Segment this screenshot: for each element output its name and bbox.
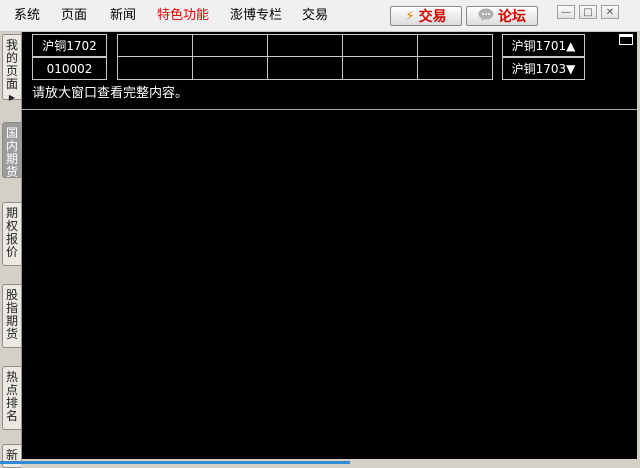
tab-my-page-label: 我的页面 [5,38,18,91]
next-contract-label: 沪铜1703▼ [511,62,576,76]
minimize-button[interactable]: — [557,5,575,19]
quote-cell [342,34,418,57]
trade-button-label: 交易 [418,9,447,25]
quote-cell [117,34,193,57]
forum-button-label: 论坛 [498,9,526,25]
maximize-button[interactable]: □ [579,5,597,19]
menu-page[interactable]: 页面 [61,8,87,24]
quote-panel: 沪铜1702 010002 沪铜1701▲ 沪铜1703▼ 请放大窗口查看完整内… [22,32,637,459]
instrument-name-cell[interactable]: 沪铜1702 [32,34,107,57]
quote-cell [267,34,343,57]
restore-panel-icon[interactable] [619,34,633,45]
divider [22,109,637,110]
menu-special-features[interactable]: 特色功能 [157,8,209,24]
quote-cell [417,56,493,80]
tab-hot-ranking[interactable]: 热点排名 [2,366,21,430]
menu-system[interactable]: 系统 [14,8,40,24]
quote-cell [117,56,193,80]
speech-bubble-icon [478,8,494,25]
quote-cell [267,56,343,80]
tab-index-futures-label: 股指期货 [5,288,18,341]
close-icon: ✕ [605,6,615,18]
tab-option-quotes-label: 期权报价 [5,206,18,259]
instrument-code: 010002 [46,61,93,76]
notice-text: 请放大窗口查看完整内容。 [32,86,189,101]
prev-contract-label: 沪铜1701▲ [511,39,576,53]
close-button[interactable]: ✕ [601,5,619,19]
tab-domestic-futures-label: 国内期货 [5,126,18,179]
triangle-right-icon: ▶ [8,93,16,102]
trade-button[interactable]: ⚡ 交易 [390,6,462,26]
tab-index-futures[interactable]: 股指期货 [2,284,21,348]
tab-hot-ranking-label: 热点排名 [5,370,18,423]
quote-cell [342,56,418,80]
forum-button[interactable]: 论坛 [466,6,538,26]
next-contract-button[interactable]: 沪铜1703▼ [502,57,585,80]
instrument-code-cell: 010002 [32,57,107,80]
lightning-icon: ⚡ [405,8,415,24]
tab-my-page[interactable]: 我的页面 ▶ [2,34,21,102]
quote-cell [192,34,268,57]
prev-contract-button[interactable]: 沪铜1701▲ [502,34,585,57]
instrument-name: 沪铜1702 [42,39,97,53]
menu-bar: 系统 页面 新闻 特色功能 澎博专栏 交易 ⚡ 交易 论坛 — □ ✕ [0,0,640,32]
side-tab-bar: 我的页面 ▶ 国内期货 期权报价 股指期货 热点排名 新 [0,32,22,468]
tab-option-quotes[interactable]: 期权报价 [2,202,21,266]
menu-trade[interactable]: 交易 [302,8,328,24]
tab-domestic-futures[interactable]: 国内期货 [2,122,21,179]
quote-cell [192,56,268,80]
quote-cell [417,34,493,57]
menu-column[interactable]: 澎博专栏 [230,8,282,24]
menu-news[interactable]: 新闻 [110,8,136,24]
minimize-icon: — [561,6,571,18]
maximize-icon: □ [583,6,593,18]
tab-new[interactable]: 新 [2,444,21,468]
